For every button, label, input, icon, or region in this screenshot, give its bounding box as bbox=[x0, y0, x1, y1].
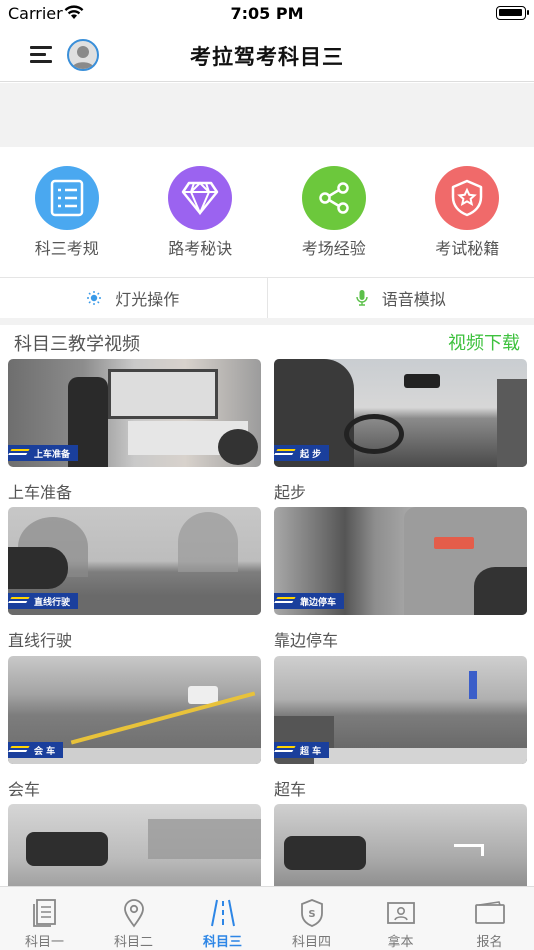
video-tag: 上车准备 bbox=[8, 445, 79, 461]
section-title: 科目三教学视频 bbox=[14, 334, 140, 355]
section-header: 科目三教学视频 视频下载 bbox=[0, 325, 534, 357]
category-label: 路考秘诀 bbox=[168, 239, 233, 258]
clock: 7:05 PM bbox=[230, 4, 304, 23]
battery-icon bbox=[496, 6, 529, 20]
page-title: 考拉驾考科目三 bbox=[190, 45, 344, 69]
tab-subject-two[interactable]: 科目二 bbox=[89, 887, 178, 950]
quick-link-label: 语音模拟 bbox=[381, 290, 446, 309]
tab-label: 科目四 bbox=[291, 935, 331, 950]
location-pin-icon bbox=[122, 897, 146, 929]
quick-links: 灯光操作 语音模拟 bbox=[0, 278, 534, 318]
quick-link-label: 灯光操作 bbox=[115, 290, 180, 309]
video-title: 靠边停车 bbox=[274, 631, 339, 650]
divider bbox=[0, 318, 534, 325]
tab-label: 科目三 bbox=[202, 935, 242, 950]
tab-label: 科目二 bbox=[113, 935, 153, 950]
video-card[interactable]: 靠边停车 靠边停车 bbox=[274, 507, 527, 651]
category-label: 科三考规 bbox=[34, 239, 99, 258]
category-grid: 科三考规 路考秘诀 考场经验 考试秘籍 bbox=[0, 147, 534, 277]
light-icon bbox=[87, 291, 102, 305]
tab-sign-up[interactable]: 报名 bbox=[445, 887, 534, 950]
video-card[interactable]: 直线行驶 直线行驶 bbox=[8, 507, 261, 651]
tab-subject-three[interactable]: 科目三 bbox=[178, 887, 267, 950]
tab-get-license[interactable]: 拿本 bbox=[356, 887, 445, 950]
video-thumbnail[interactable]: 超 车 bbox=[274, 656, 527, 764]
video-thumbnail[interactable]: 会 车 bbox=[8, 656, 261, 764]
category-label: 考试秘籍 bbox=[435, 239, 500, 258]
video-thumbnail[interactable]: 起 步 bbox=[274, 359, 527, 467]
status-bar: Carrier 7:05 PM bbox=[0, 0, 534, 28]
video-card[interactable]: 超 车 超车 bbox=[274, 656, 527, 800]
video-thumbnail[interactable]: 直线行驶 bbox=[8, 507, 261, 615]
video-tag: 靠边停车 bbox=[274, 593, 345, 609]
nav-bar: 考拉驾考科目三 bbox=[0, 28, 534, 82]
voice-simulation-link[interactable]: 语音模拟 bbox=[266, 278, 534, 318]
video-card[interactable]: 会 车 会车 bbox=[8, 656, 261, 800]
tab-label: 科目一 bbox=[24, 935, 64, 950]
tab-subject-one[interactable]: 科目一 bbox=[0, 887, 89, 950]
category-exam-secrets[interactable]: 考试秘籍 bbox=[401, 147, 534, 277]
video-card[interactable]: 起 步 起步 bbox=[274, 359, 527, 503]
video-title: 起步 bbox=[274, 483, 307, 502]
video-tag: 起 步 bbox=[274, 445, 330, 461]
card-icon bbox=[474, 897, 506, 929]
video-title: 上车准备 bbox=[8, 483, 73, 502]
video-tag: 直线行驶 bbox=[8, 593, 79, 609]
video-download-link[interactable]: 视频下载 bbox=[448, 329, 520, 355]
category-site-experience[interactable]: 考场经验 bbox=[267, 147, 401, 277]
banner-area[interactable] bbox=[0, 83, 534, 147]
star-shield-icon bbox=[435, 166, 500, 230]
shield-s-icon: S bbox=[299, 897, 325, 929]
tab-label: 拿本 bbox=[387, 935, 414, 950]
checklist-icon bbox=[34, 166, 99, 230]
license-icon bbox=[386, 897, 416, 929]
mic-icon bbox=[356, 290, 368, 306]
video-tag: 超 车 bbox=[274, 742, 330, 758]
road-icon bbox=[209, 897, 237, 929]
document-icon bbox=[31, 897, 59, 929]
video-thumbnail[interactable]: 靠边停车 bbox=[274, 507, 527, 615]
video-thumbnail[interactable]: 上车准备 bbox=[8, 359, 261, 467]
video-title: 会车 bbox=[8, 780, 41, 799]
light-operation-link[interactable]: 灯光操作 bbox=[0, 278, 267, 318]
category-road-tips[interactable]: 路考秘诀 bbox=[134, 147, 268, 277]
tab-subject-four[interactable]: S 科目四 bbox=[267, 887, 356, 950]
video-title: 直线行驶 bbox=[8, 631, 73, 650]
category-label: 考场经验 bbox=[301, 239, 366, 258]
diamond-icon bbox=[168, 166, 233, 230]
svg-text:S: S bbox=[308, 909, 315, 920]
tab-label: 报名 bbox=[476, 935, 503, 950]
share-icon bbox=[301, 166, 366, 230]
video-card[interactable]: 上车准备 上车准备 bbox=[8, 359, 261, 503]
category-exam-rules[interactable]: 科三考规 bbox=[0, 147, 134, 277]
video-title: 超车 bbox=[274, 780, 307, 799]
video-tag: 会 车 bbox=[8, 742, 64, 758]
bottom-tab-bar: 科目一 科目二 科目三 S 科目四 拿本 报名 bbox=[0, 886, 534, 950]
